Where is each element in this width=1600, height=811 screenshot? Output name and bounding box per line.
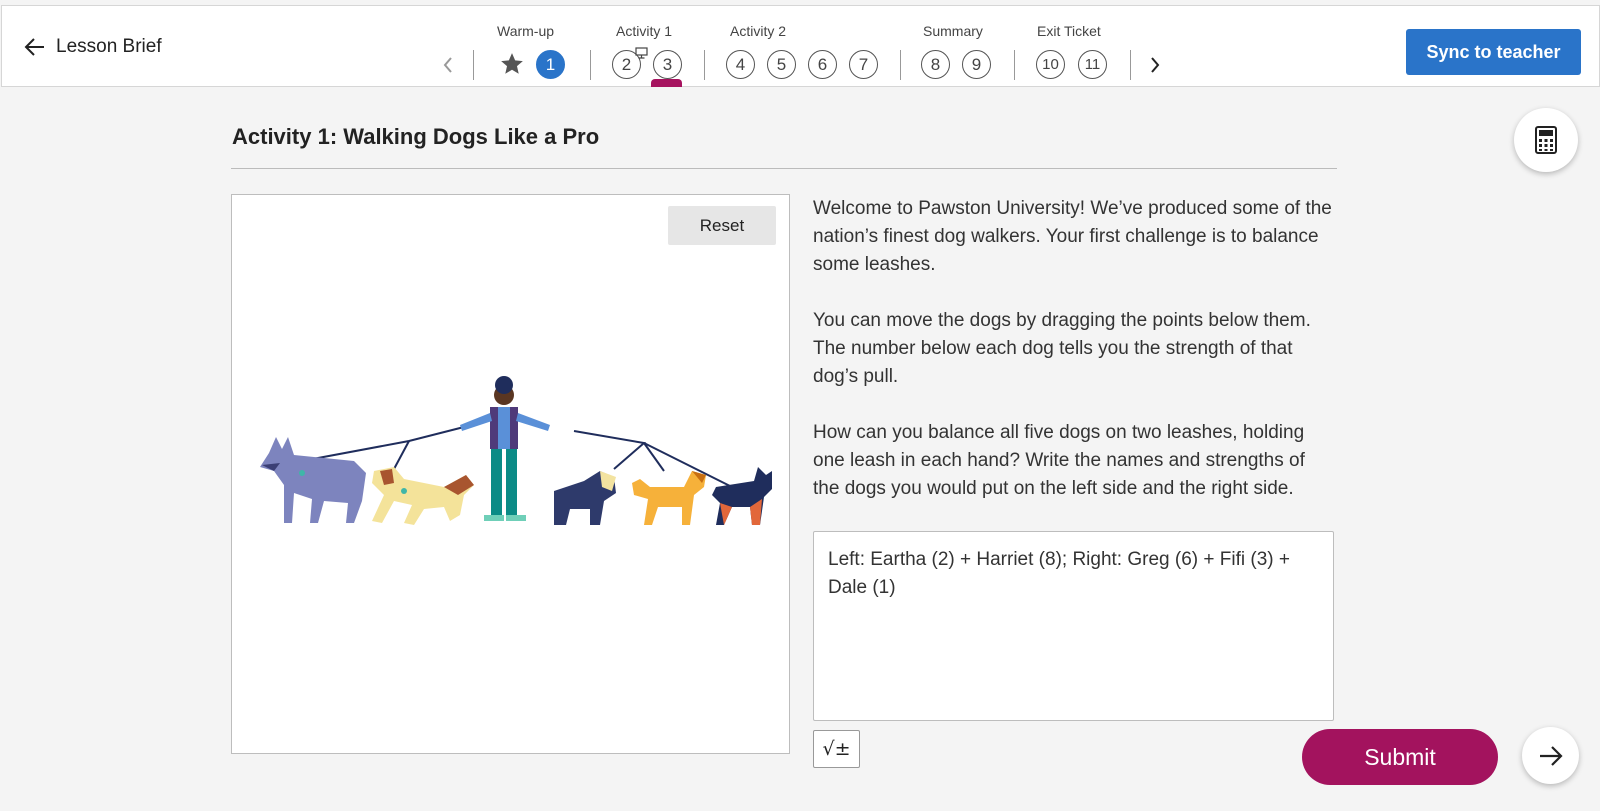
title-divider: [231, 168, 1337, 169]
chevron-left-icon: [443, 57, 452, 73]
prompt-paragraph: How can you balance all five dogs on two…: [813, 422, 1305, 499]
arrow-left-icon: [24, 38, 44, 56]
activity-prompt: Welcome to Pawston University! We’ve pro…: [813, 195, 1333, 531]
sync-to-teacher-button[interactable]: Sync to teacher: [1406, 29, 1581, 75]
calculator-button[interactable]: [1514, 108, 1578, 172]
screen-6-button[interactable]: 6: [808, 50, 837, 79]
screen-5-button[interactable]: 5: [767, 50, 796, 79]
section-label-warmup: Warm-up: [497, 23, 555, 39]
divider: [1130, 50, 1131, 80]
divider: [473, 50, 474, 80]
reset-button[interactable]: Reset: [668, 206, 776, 245]
screen-7-button[interactable]: 7: [849, 50, 878, 79]
submit-button[interactable]: Submit: [1302, 729, 1498, 785]
divider: [1014, 50, 1015, 80]
chevron-right-icon: [1151, 57, 1160, 73]
dog-walker-illustration: [260, 376, 772, 525]
section-label-activity-1: Activity 1: [616, 23, 673, 39]
section-label-summary: Summary: [923, 23, 983, 39]
screen-8-button[interactable]: 8: [921, 50, 950, 79]
response-input[interactable]: Left: Eartha (2) + Harriet (8); Right: G…: [813, 531, 1334, 721]
top-navigation-bar: Lesson Brief Warm-up Activity 1 Activity…: [1, 5, 1600, 87]
math-keypad-button[interactable]: √±: [813, 730, 860, 768]
divider: [900, 50, 901, 80]
back-label: Lesson Brief: [56, 36, 162, 57]
previous-screen-button[interactable]: [438, 54, 458, 76]
activity-title: Activity 1: Walking Dogs Like a Pro: [232, 124, 600, 149]
interactive-graph-panel[interactable]: Reset: [231, 194, 790, 754]
screen-10-button[interactable]: 10: [1036, 50, 1065, 79]
back-to-lesson-brief-button[interactable]: Lesson Brief: [24, 36, 162, 58]
divider: [704, 50, 705, 80]
prompt-paragraph: You can move the dogs by dragging the po…: [813, 310, 1311, 387]
dog-5-illustration: [712, 467, 772, 525]
dog-1-illustration: [260, 437, 366, 523]
screen-11-button[interactable]: 11: [1078, 50, 1107, 79]
prompt-paragraph: Welcome to Pawston University! We’ve pro…: [813, 198, 1332, 275]
arrow-right-icon: [1539, 745, 1563, 766]
next-screen-button[interactable]: [1145, 54, 1165, 76]
current-screen-indicator: [651, 79, 682, 87]
dog-walker-person-illustration: [460, 376, 550, 521]
screen-3-button[interactable]: 3: [653, 50, 682, 79]
screen-9-button[interactable]: 9: [962, 50, 991, 79]
section-label-exit-ticket: Exit Ticket: [1037, 23, 1101, 39]
calculator-icon: [1535, 126, 1557, 154]
presentation-screen-icon: [635, 47, 648, 59]
section-label-activity-2: Activity 2: [730, 23, 787, 39]
next-page-button[interactable]: [1522, 727, 1579, 784]
screen-1-button[interactable]: 1: [536, 50, 565, 79]
dog-3-illustration: [554, 471, 616, 525]
divider: [590, 50, 591, 80]
dog-2-illustration: [372, 467, 474, 525]
screen-4-button[interactable]: 4: [726, 50, 755, 79]
star-icon[interactable]: [499, 51, 525, 77]
dog-4-illustration: [632, 471, 706, 525]
